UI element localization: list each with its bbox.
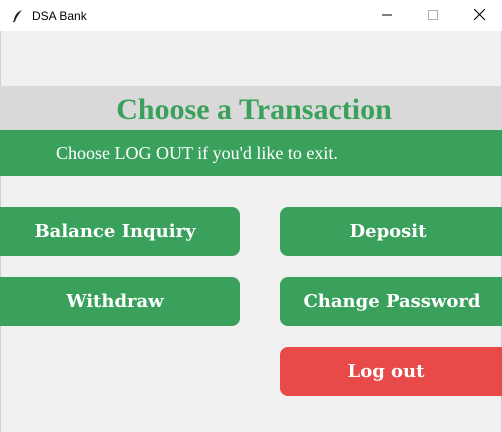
window-title: DSA Bank [32,8,87,23]
logout-hint-text: Choose LOG OUT if you'd like to exit. [56,142,338,163]
balance-inquiry-button[interactable]: Balance Inquiry [0,207,240,256]
close-icon [473,7,485,25]
window-controls [364,0,502,31]
maximize-icon [428,7,438,25]
minimize-icon [382,7,392,25]
heading-banner: Choose a Transaction [0,86,502,130]
change-password-button[interactable]: Change Password [280,277,502,326]
info-banner: Choose LOG OUT if you'd like to exit. [0,130,502,176]
close-button[interactable] [456,0,502,31]
log-out-button[interactable]: Log out [280,347,502,396]
minimize-button[interactable] [364,0,410,31]
withdraw-button[interactable]: Withdraw [0,277,240,326]
page-title: Choose a Transaction [116,93,392,126]
maximize-button[interactable] [410,0,456,31]
feather-icon [10,8,26,24]
window-titlebar[interactable]: DSA Bank [0,0,502,31]
deposit-button[interactable]: Deposit [280,207,502,256]
